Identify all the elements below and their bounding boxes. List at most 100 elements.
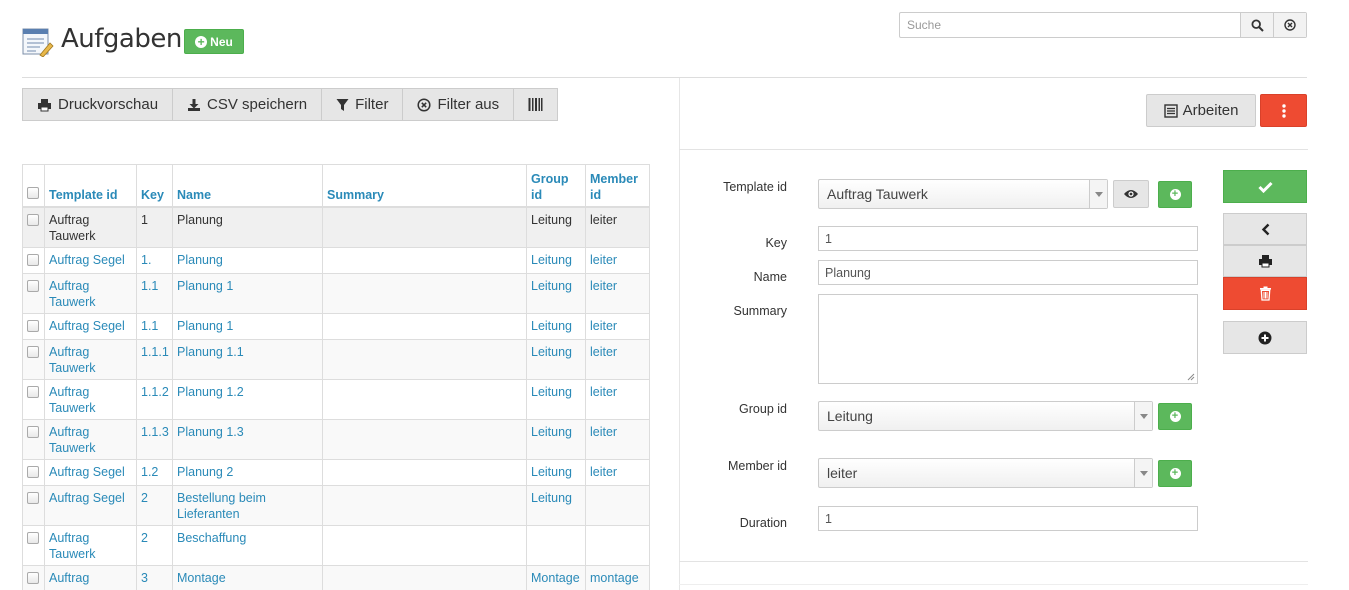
cell-name-link[interactable]: Planung 2 [177,465,233,479]
print-button[interactable] [1223,245,1307,277]
add-member-button[interactable]: + [1158,460,1192,487]
cell-template-id-link[interactable]: Auftrag Segel [49,465,125,479]
cell-member-id-link[interactable]: leiter [590,213,617,227]
cell-name-link[interactable]: Planung 1 [177,319,233,333]
table-row[interactable]: Auftrag Segel 1.1 Planung 1 Leitung leiter [22,312,650,340]
row-checkbox[interactable] [27,491,39,504]
row-checkbox[interactable] [27,253,39,266]
cell-group-id-link[interactable]: Leitung [531,279,572,293]
cell-group-id-link[interactable]: Leitung [531,345,572,359]
column-header-group-id[interactable]: Group id [526,164,586,208]
cell-group-id-link[interactable]: Montage [531,571,580,585]
cell-group-id-link[interactable]: Leitung [531,425,572,439]
cell-template-id-link[interactable]: Auftrag Tauwerk [49,385,96,415]
cell-template-id-link[interactable]: Auftrag Segel [49,491,125,505]
table-row[interactable]: Auftrag Tauwerk 1.1.1 Planung 1.1 Leitung le… [22,338,650,380]
cell-group-id-link[interactable]: Leitung [531,385,572,399]
cell-name-link[interactable]: Montage [177,571,226,585]
filter-button[interactable]: Filter [322,89,404,120]
column-header-name[interactable]: Name [172,164,323,208]
table-row[interactable]: Auftrag 3 Montage Montage montage [22,564,650,590]
table-row[interactable]: Auftrag Tauwerk 1.1.3 Planung 1.3 Leitung le… [22,418,650,460]
cell-group-id-link[interactable]: Leitung [531,319,572,333]
delete-button[interactable] [1223,277,1307,310]
cell-name-link[interactable]: Bestellung beim Lieferanten [177,491,266,521]
cell-key-link[interactable]: 1.1 [141,279,158,293]
cell-member-id-link[interactable]: leiter [590,279,617,293]
row-checkbox[interactable] [27,279,39,292]
row-checkbox[interactable] [27,571,39,584]
cell-template-id-link[interactable]: Auftrag Segel [49,253,125,267]
back-button[interactable] [1223,213,1307,245]
cell-key-link[interactable]: 3 [141,571,148,585]
cell-key-link[interactable]: 1. [141,253,151,267]
save-button[interactable] [1223,170,1307,203]
new-button[interactable]: + Neu [184,29,244,54]
add-template-button[interactable]: + [1158,181,1192,208]
cell-member-id-link[interactable]: leiter [590,465,617,479]
row-checkbox[interactable] [27,319,39,332]
search-button[interactable] [1240,13,1273,37]
cell-key-link[interactable]: 1.1.2 [141,385,169,399]
search-input[interactable] [900,13,1240,37]
group-id-select[interactable]: Leitung [818,401,1153,431]
cell-name-link[interactable]: Planung [177,213,223,227]
table-row[interactable]: Auftrag Tauwerk 2 Beschaffung [22,524,650,566]
cell-name-link[interactable]: Beschaffung [177,531,246,545]
table-row[interactable]: Auftrag Tauwerk 1.1.2 Planung 1.2 Leitung le… [22,378,650,420]
column-header-summary[interactable]: Summary [322,164,527,208]
duration-input[interactable]: 1 [818,506,1198,531]
add-group-button[interactable]: + [1158,403,1192,430]
cell-template-id-link[interactable]: Auftrag Tauwerk [49,213,96,243]
print-preview-button[interactable]: Druckvorschau [23,89,174,120]
row-checkbox[interactable] [27,385,39,398]
cell-group-id-link[interactable]: Leitung [531,465,572,479]
arbeiten-button[interactable]: Arbeiten [1146,94,1256,127]
cell-key-link[interactable]: 1.1.1 [141,345,169,359]
cell-member-id-link[interactable]: montage [590,571,639,585]
cell-member-id-link[interactable]: leiter [590,425,617,439]
cell-name-link[interactable]: Planung 1.3 [177,425,244,439]
cell-group-id-link[interactable]: Leitung [531,491,572,505]
key-input[interactable]: 1 [818,226,1198,251]
row-checkbox[interactable] [27,425,39,438]
cell-template-id-link[interactable]: Auftrag Tauwerk [49,425,96,455]
summary-textarea[interactable] [818,294,1198,384]
cell-member-id-link[interactable]: leiter [590,319,617,333]
name-input[interactable]: Planung [818,260,1198,285]
cell-key-link[interactable]: 1.2 [141,465,158,479]
view-template-button[interactable] [1113,180,1149,208]
table-row[interactable]: Auftrag Tauwerk 1 Planung Leitung leiter [22,206,650,248]
cell-key-link[interactable]: 2 [141,491,148,505]
cell-key-link[interactable]: 1 [141,213,148,227]
more-options-button[interactable] [1260,94,1307,127]
member-id-select[interactable]: leiter [818,458,1153,488]
cell-name-link[interactable]: Planung 1 [177,279,233,293]
resize-handle-icon[interactable] [1187,373,1195,381]
column-header-template-id[interactable]: Template id [44,164,137,208]
table-row[interactable]: Auftrag Tauwerk 1.1 Planung 1 Leitung leiter [22,272,650,314]
cell-member-id-link[interactable]: leiter [590,385,617,399]
cell-template-id-link[interactable]: Auftrag Segel [49,319,125,333]
cell-group-id-link[interactable]: Leitung [531,253,572,267]
table-row[interactable]: Auftrag Segel 2 Bestellung beim Lieferante… [22,484,650,526]
select-all-checkbox[interactable] [27,186,39,199]
row-checkbox[interactable] [27,345,39,358]
filter-off-button[interactable]: Filter aus [403,89,515,120]
table-row[interactable]: Auftrag Segel 1.2 Planung 2 Leitung leiter [22,458,650,486]
column-header-member-id[interactable]: Member id [585,164,650,208]
template-id-select[interactable]: Auftrag Tauwerk [818,179,1108,209]
cell-template-id-link[interactable]: Auftrag Tauwerk [49,279,96,309]
cell-name-link[interactable]: Planung 1.1 [177,345,244,359]
add-button[interactable] [1223,321,1307,354]
row-checkbox[interactable] [27,531,39,544]
cell-template-id-link[interactable]: Auftrag Tauwerk [49,531,96,561]
cell-name-link[interactable]: Planung 1.2 [177,385,244,399]
cell-key-link[interactable]: 1.1.3 [141,425,169,439]
cell-name-link[interactable]: Planung [177,253,223,267]
row-checkbox[interactable] [27,465,39,478]
cell-group-id-link[interactable]: Leitung [531,213,572,227]
columns-button[interactable] [514,89,557,120]
column-header-key[interactable]: Key [136,164,173,208]
csv-save-button[interactable]: CSV speichern [173,89,323,120]
